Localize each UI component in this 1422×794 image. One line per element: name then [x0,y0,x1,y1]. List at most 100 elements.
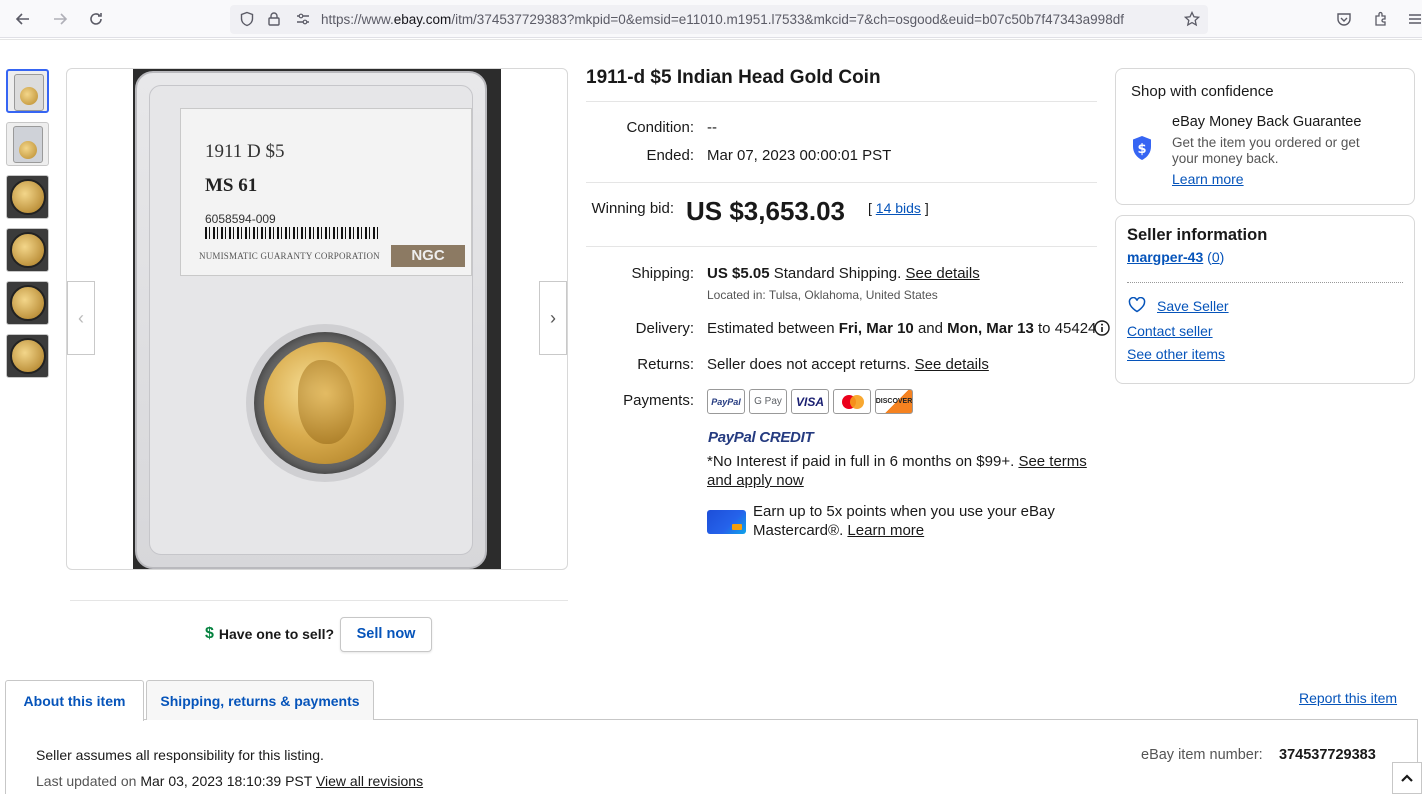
gallery-thumbnail-6[interactable] [6,334,49,378]
visa-logo: VISA [791,389,829,414]
ended-label: Ended: [646,147,694,164]
seller-name-link[interactable]: margper-43 [1127,249,1203,265]
reload-icon[interactable] [85,8,107,30]
ngc-logo: NGC [391,245,465,267]
gallery-thumbnail-5[interactable] [6,281,49,325]
returns-policy: Seller does not accept returns. [707,356,911,373]
header-divider [0,39,1422,40]
coin-photo: 1911 D $5 MS 61 6058594-009 NUMISMATIC G… [133,69,501,569]
pocket-icon[interactable] [1333,8,1355,30]
about-panel: Seller assumes all responsibility for th… [5,720,1418,794]
delivery-end: Mon, Mar 13 [947,320,1034,337]
slab-label: 1911 D $5 MS 61 6058594-009 NUMISMATIC G… [180,108,472,276]
last-updated-label: Last updated on [36,773,137,789]
delivery-prefix: Estimated between [707,320,835,337]
coin-window [246,324,404,482]
returns-label: Returns: [637,356,694,373]
bookmark-star-icon[interactable] [1181,8,1203,30]
item-title: 1911-d $5 Indian Head Gold Coin [586,67,881,88]
contact-seller-link[interactable]: Contact seller [1127,323,1213,339]
forward-icon[interactable] [49,8,71,30]
delivery-value: Estimated between Fri, Mar 10 and Mon, M… [707,320,1096,337]
see-other-items-link[interactable]: See other items [1127,346,1225,362]
condition-value: -- [707,119,717,136]
paypal-logo: PayPal [707,389,745,414]
mastercard-offer: Earn up to 5x points when you use your e… [753,502,1083,540]
bid-count: [ 14 bids ] [868,200,929,216]
url-text[interactable]: https://www.ebay.com/itm/374537729383?mk… [321,12,1173,27]
gallery-thumbnail-4[interactable] [6,228,49,272]
winning-bid-label: Winning bid: [591,200,674,217]
url-path: /itm/374537729383?mkpid=0&emsid=e11010.m… [451,12,1124,27]
dollar-icon: $ [205,625,214,642]
back-to-top-button[interactable] [1392,762,1422,794]
returns-details-link[interactable]: See details [915,356,989,373]
shipping-details-link[interactable]: See details [906,265,980,282]
mastercard-text-2: Mastercard®. [753,522,844,539]
browser-toolbar: https://www.ebay.com/itm/374537729383?mk… [0,0,1422,38]
slab-label-corporation: NUMISMATIC GUARANTY CORPORATION [199,251,380,261]
url-prefix: https://www. [321,12,394,27]
main-image-frame[interactable]: 1911 D $5 MS 61 6058594-009 NUMISMATIC G… [66,68,568,570]
paypal-credit-word: PayPal [708,429,756,446]
back-icon[interactable] [12,8,34,30]
previous-image-button[interactable]: ‹ [67,281,95,355]
gallery-thumbnail-1[interactable] [6,69,49,113]
guarantee-text-2: your money back. [1172,151,1279,166]
guarantee-text: Get the item you ordered or get your mone… [1172,135,1360,167]
guarantee-text-1: Get the item you ordered or get [1172,135,1360,150]
title-divider [586,101,1097,102]
shipping-method: Standard Shipping. [773,265,902,282]
menu-icon[interactable] [1404,8,1422,30]
condition-label: Condition: [626,119,694,136]
report-item-link[interactable]: Report this item [1299,690,1397,706]
gallery-thumbnail-3[interactable] [6,175,49,219]
paypal-credit-logo: PayPal CREDIT [708,429,814,446]
next-image-button[interactable]: › [539,281,567,355]
seller-heading: Seller information [1127,226,1268,244]
info-icon[interactable] [1094,320,1110,336]
view-revisions-link[interactable]: View all revisions [316,773,423,789]
mastercard-text-1: Earn up to 5x points when you use your e… [753,503,1055,520]
permissions-icon[interactable] [292,8,314,30]
item-location: Located in: Tulsa, Oklahoma, United Stat… [707,288,938,302]
last-updated-value: Mar 03, 2023 18:10:39 PST [140,773,313,789]
save-seller-link[interactable]: Save Seller [1157,298,1229,314]
mastercard-learn-more-link[interactable]: Learn more [847,522,924,539]
slab-label-coin: 1911 D $5 [205,141,285,162]
shop-with-confidence-panel: Shop with confidence $ eBay Money Back G… [1115,68,1415,205]
url-domain: ebay.com [393,12,452,27]
gallery-thumbnail-2[interactable] [6,122,49,166]
guarantee-learn-more-link[interactable]: Learn more [1172,171,1244,187]
price-divider [586,246,1097,247]
shield-icon: $ [1131,135,1153,161]
barcode [205,227,381,239]
gold-coin [264,342,386,464]
ended-divider [586,182,1097,183]
payments-label: Payments: [623,392,694,409]
seller-feedback-link[interactable]: 0 [1212,249,1220,265]
url-bar[interactable]: https://www.ebay.com/itm/374537729383?mk… [230,5,1208,34]
bids-link[interactable]: 14 bids [876,200,921,216]
tracking-shield-icon[interactable] [236,8,258,30]
winning-bid-price: US $3,653.03 [686,196,846,226]
paypal-credit-text: *No Interest if paid in full in 6 months… [707,453,1015,470]
seller-information-panel: Seller information margper-43 (0) Save S… [1115,215,1415,384]
returns-value: Seller does not accept returns. See deta… [707,356,989,373]
apply-now-link[interactable]: and apply now [707,472,804,489]
tab-shipping-returns-payments[interactable]: Shipping, returns & payments [146,680,374,720]
see-terms-link[interactable]: See terms [1018,453,1086,470]
delivery-zip: to 45424 [1038,320,1097,337]
ngc-slab: 1911 D $5 MS 61 6058594-009 NUMISMATIC G… [135,71,487,569]
heart-icon[interactable] [1128,296,1146,313]
confidence-heading: Shop with confidence [1131,83,1274,100]
gallery-divider [70,600,568,601]
seller-name-row: margper-43 (0) [1127,249,1224,265]
seller-divider [1127,282,1403,283]
item-number-label: eBay item number: [1141,747,1263,763]
lock-icon[interactable] [263,8,285,30]
paypal-credit-credit: CREDIT [759,429,814,446]
tab-about-this-item[interactable]: About this item [5,680,144,721]
sell-now-button[interactable]: Sell now [340,616,433,652]
extensions-icon[interactable] [1370,8,1392,30]
